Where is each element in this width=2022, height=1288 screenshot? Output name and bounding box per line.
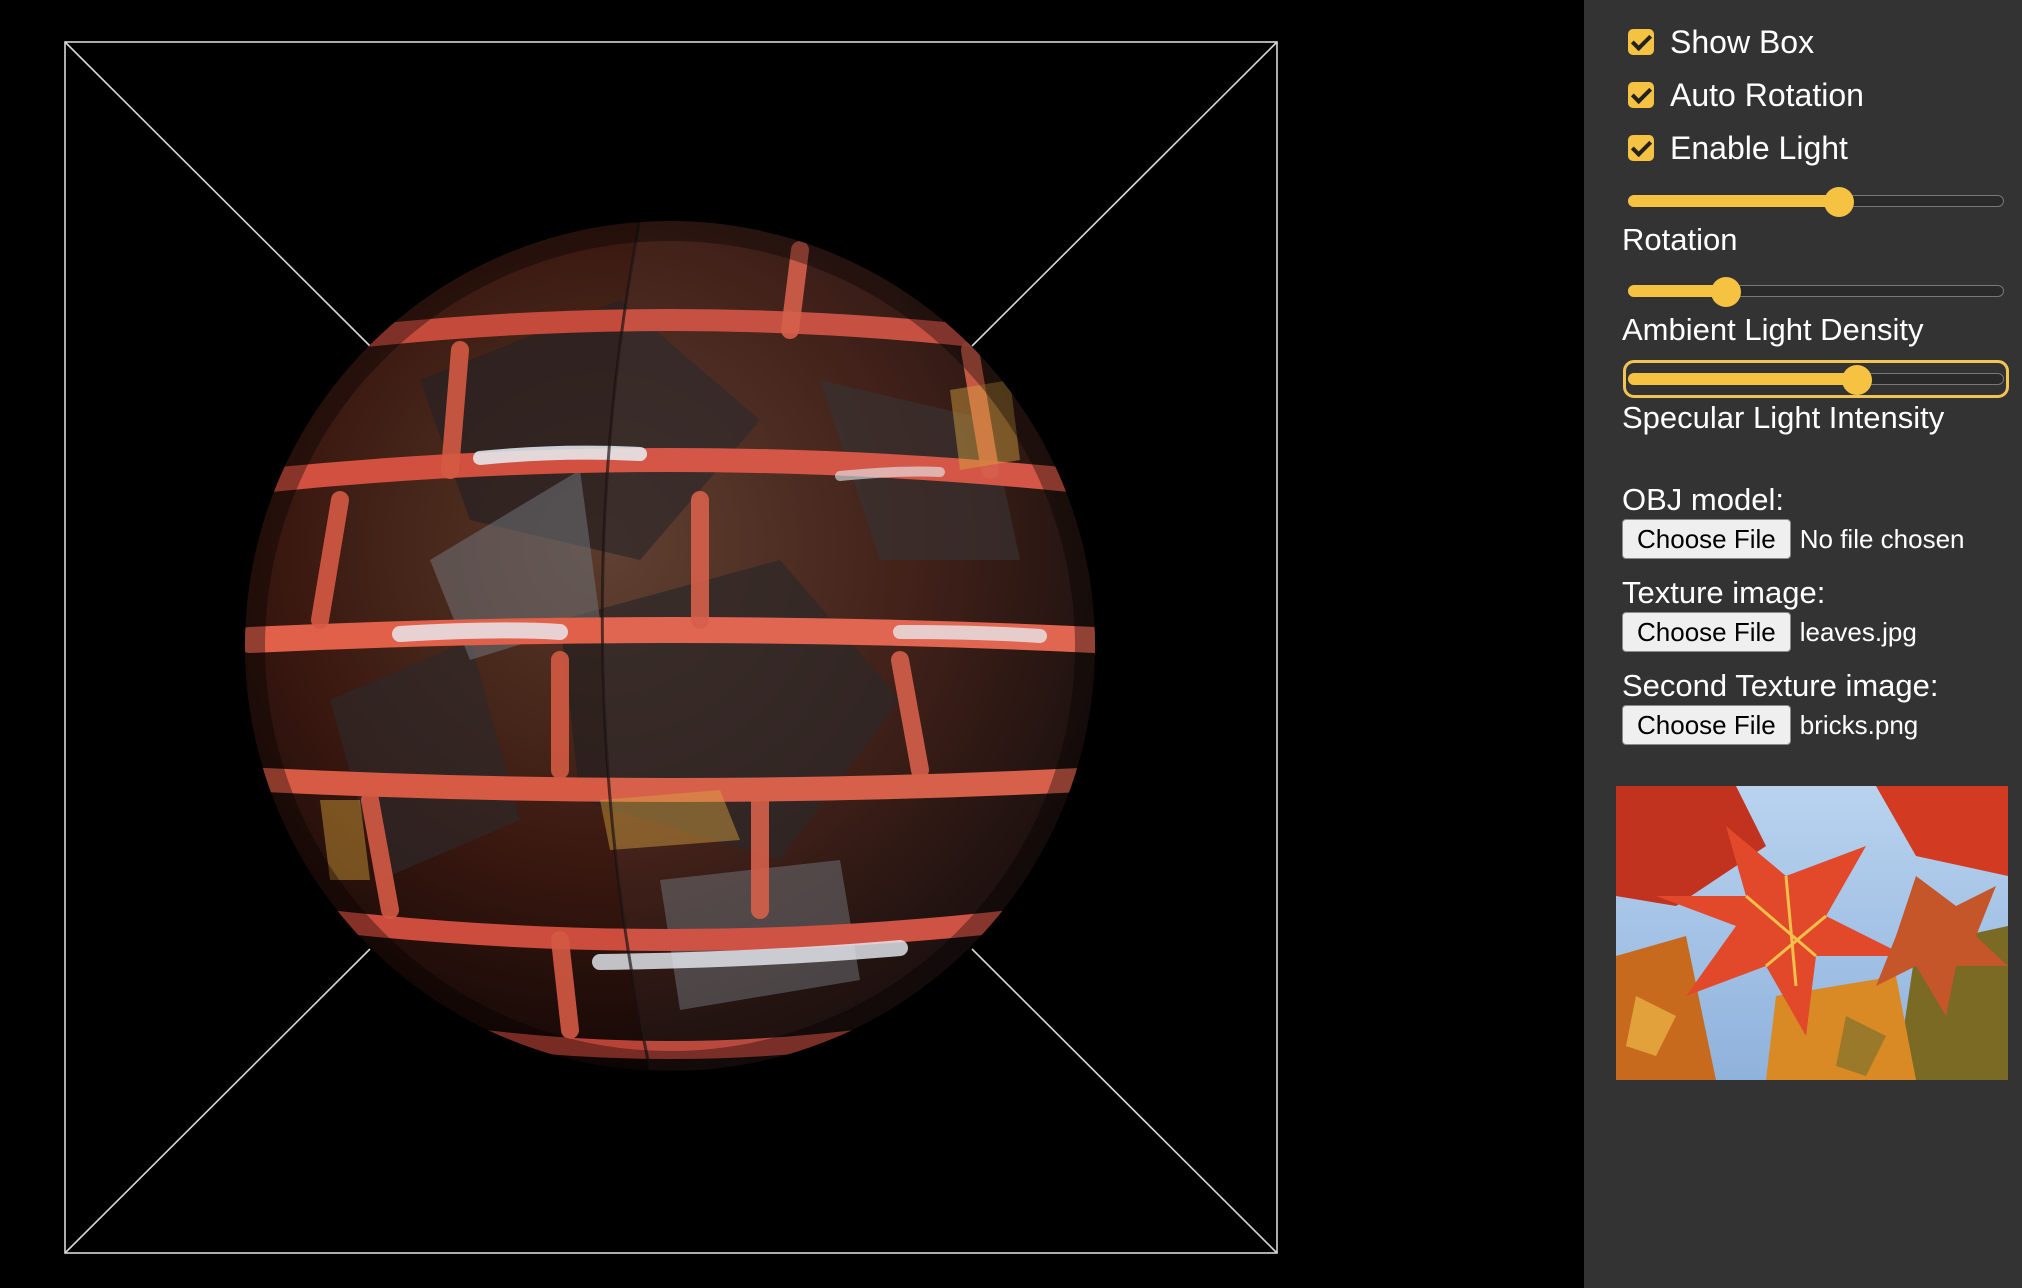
- auto-rotation-toggle[interactable]: Auto Rotation: [1628, 77, 1864, 113]
- auto-rotation-checkbox[interactable]: [1628, 82, 1654, 108]
- show-box-checkbox[interactable]: [1628, 29, 1654, 55]
- specular-light-label: Specular Light Intensity: [1622, 400, 1945, 435]
- obj-model-file-input[interactable]: Choose File No file chosen: [1622, 519, 1965, 559]
- show-box-toggle[interactable]: Show Box: [1628, 24, 1814, 60]
- obj-model-choose-button[interactable]: Choose File: [1622, 519, 1791, 559]
- show-box-label: Show Box: [1670, 23, 1815, 60]
- slider-thumb[interactable]: [1710, 277, 1741, 307]
- second-texture-choose-button[interactable]: Choose File: [1622, 705, 1791, 745]
- texture-filename: leaves.jpg: [1799, 616, 1917, 647]
- scene-render: [64, 41, 1278, 1254]
- texture-choose-button[interactable]: Choose File: [1622, 612, 1791, 652]
- slider-fill: [1628, 195, 1839, 207]
- specular-light-slider[interactable]: [1623, 360, 2009, 398]
- rotation-label: Rotation: [1622, 222, 1738, 257]
- slider-fill: [1628, 373, 1858, 385]
- obj-model-filename: No file chosen: [1799, 523, 1965, 554]
- slider-thumb[interactable]: [1842, 365, 1873, 395]
- texture-file-input[interactable]: Choose File leaves.jpg: [1622, 612, 1917, 652]
- second-texture-filename: bricks.png: [1799, 709, 1919, 740]
- textured-sphere: [245, 221, 1095, 1071]
- rotation-slider[interactable]: [1628, 187, 2004, 217]
- second-texture-label: Second Texture image:: [1622, 668, 1939, 703]
- texture-label: Texture image:: [1622, 575, 1826, 610]
- enable-light-toggle[interactable]: Enable Light: [1628, 130, 1848, 166]
- texture-preview-image: [1616, 786, 2008, 1080]
- ambient-light-slider[interactable]: [1628, 277, 2004, 307]
- slider-thumb[interactable]: [1823, 187, 1854, 217]
- obj-model-label: OBJ model:: [1622, 482, 1784, 517]
- control-panel: Show Box Auto Rotation Enable Light Rota…: [1584, 0, 2022, 1288]
- enable-light-checkbox[interactable]: [1628, 135, 1654, 161]
- ambient-light-label: Ambient Light Density: [1622, 312, 1924, 347]
- enable-light-label: Enable Light: [1670, 129, 1848, 166]
- second-texture-file-input[interactable]: Choose File bricks.png: [1622, 705, 1918, 745]
- webgl-canvas[interactable]: [0, 0, 1584, 1288]
- auto-rotation-label: Auto Rotation: [1670, 76, 1864, 113]
